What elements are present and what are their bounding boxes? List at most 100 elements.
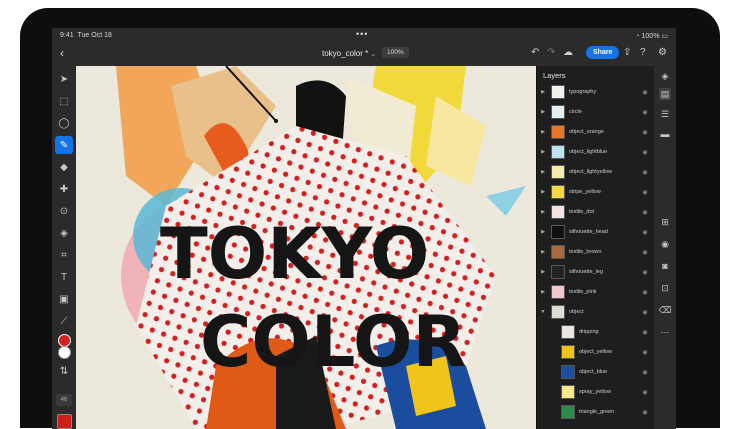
layer-row[interactable]: ▼ object ◉ xyxy=(537,302,655,322)
eye-icon[interactable]: ◉ xyxy=(639,149,651,156)
eye-icon[interactable]: ◉ xyxy=(639,369,651,376)
layer-name: spray_yellow xyxy=(579,389,611,395)
layer-row[interactable]: ▶ object_orange ◉ xyxy=(537,122,655,142)
move-tool-icon[interactable]: ➤ xyxy=(55,70,73,88)
layer-row[interactable]: dripping ◉ xyxy=(537,322,655,342)
layer-row[interactable]: ▶ textile_dot ◉ xyxy=(537,202,655,222)
expand-right-icon[interactable]: ▶ xyxy=(539,269,547,275)
eye-icon[interactable]: ◉ xyxy=(639,89,651,96)
export-icon[interactable]: ⇪ xyxy=(623,47,631,58)
swap-colors-icon[interactable]: ⇅ xyxy=(55,362,73,380)
layer-row[interactable]: ▶ circle ◉ xyxy=(537,102,655,122)
layer-row[interactable]: object_blue ◉ xyxy=(537,362,655,382)
share-button[interactable]: Share xyxy=(586,46,620,59)
layer-name: typography xyxy=(569,89,597,95)
layer-row[interactable]: ▶ typography ◉ xyxy=(537,82,655,102)
expand-right-icon[interactable]: ▶ xyxy=(539,229,547,235)
expand-down-icon[interactable]: ▼ xyxy=(539,309,547,315)
adjustments-icon[interactable]: ☰ xyxy=(659,108,671,120)
healing-tool-icon[interactable]: ✚ xyxy=(55,180,73,198)
document-name[interactable]: tokyo_color * ⌄ xyxy=(322,49,376,58)
expand-right-icon[interactable]: ▶ xyxy=(539,289,547,295)
expand-right-icon[interactable]: ▶ xyxy=(539,149,547,155)
layer-name: object_blue xyxy=(579,369,608,375)
layer-row[interactable]: triangle_green ◉ xyxy=(537,402,655,422)
layer-name: dripping xyxy=(579,329,599,335)
layer-properties-icon[interactable]: ▤ xyxy=(659,88,671,100)
eye-icon[interactable]: ◉ xyxy=(639,209,651,216)
expand-right-icon[interactable]: ▶ xyxy=(539,249,547,255)
clone-tool-icon[interactable]: ⊙ xyxy=(55,202,73,220)
layer-row[interactable]: object_yellow ◉ xyxy=(537,342,655,362)
mask-icon[interactable]: ◙ xyxy=(659,260,671,272)
layer-name: object xyxy=(569,309,584,315)
wifi-icon: ◔ xyxy=(635,33,640,40)
layer-thumbnail xyxy=(551,285,565,299)
eraser-layer-icon[interactable]: ⌫ xyxy=(659,304,672,316)
layer-name: textile_dot xyxy=(569,209,595,215)
layers-icon[interactable]: ◈ xyxy=(659,70,671,82)
layer-row[interactable]: ▶ textile_brown ◉ xyxy=(537,242,655,262)
eye-icon[interactable]: ◉ xyxy=(639,129,651,136)
layer-thumbnail xyxy=(561,345,575,359)
eye-icon[interactable]: ◉ xyxy=(639,169,651,176)
eye-icon[interactable]: ◉ xyxy=(639,249,651,256)
eraser-tool-icon[interactable]: ◆ xyxy=(55,158,73,176)
expand-right-icon[interactable]: ▶ xyxy=(539,129,547,135)
eye-icon[interactable]: ◉ xyxy=(639,409,651,416)
redo-icon[interactable]: ↷ xyxy=(547,47,555,58)
undo-icon[interactable]: ↶ xyxy=(531,47,539,58)
zoom-level[interactable]: 100% xyxy=(382,47,409,58)
eye-icon[interactable]: ◉ xyxy=(639,189,651,196)
layer-name: silhouette_head xyxy=(569,229,608,235)
eye-icon[interactable]: ◉ xyxy=(639,109,651,116)
lasso-tool-icon[interactable]: ◯ xyxy=(55,114,73,132)
crop-tool-icon[interactable]: ⌗ xyxy=(55,246,73,264)
eye-icon[interactable]: ◉ xyxy=(639,269,651,276)
layer-row[interactable]: spray_yellow ◉ xyxy=(537,382,655,402)
brush-size-indicator[interactable]: 46 xyxy=(56,394,72,406)
layer-thumbnail xyxy=(551,125,565,139)
eye-icon[interactable]: ◉ xyxy=(639,309,651,316)
expand-right-icon[interactable]: ▶ xyxy=(539,109,547,115)
brush-color-swatch[interactable] xyxy=(57,414,72,429)
layer-row[interactable]: ▶ silhouette_head ◉ xyxy=(537,222,655,242)
layer-row[interactable]: ▶ object_lightyellow ◉ xyxy=(537,162,655,182)
layer-name: object_lightblue xyxy=(569,149,608,155)
expand-right-icon[interactable]: ▶ xyxy=(539,169,547,175)
add-layer-icon[interactable]: ⊞ xyxy=(659,216,671,228)
back-button[interactable]: ‹ xyxy=(60,46,64,60)
layer-row[interactable]: ▶ stripe_yellow ◉ xyxy=(537,182,655,202)
eye-icon[interactable]: ◉ xyxy=(639,349,651,356)
eyedropper-tool-icon[interactable]: ⟋ xyxy=(55,312,73,330)
document-canvas[interactable]: TOKYO COLOR xyxy=(76,66,536,429)
eye-icon[interactable]: ◉ xyxy=(639,389,651,396)
fill-tool-icon[interactable]: ◈ xyxy=(55,224,73,242)
eye-icon[interactable]: ◉ xyxy=(639,329,651,336)
fx-icon[interactable]: ⊡ xyxy=(659,282,671,294)
text-tool-icon[interactable]: T xyxy=(55,268,73,286)
help-icon[interactable]: ? xyxy=(640,47,646,58)
multitasking-dots[interactable]: ••• xyxy=(356,29,368,39)
layer-thumbnail xyxy=(561,385,575,399)
visibility-icon[interactable]: ◉ xyxy=(659,238,671,250)
expand-right-icon[interactable]: ▶ xyxy=(539,189,547,195)
more-icon[interactable]: ⋯ xyxy=(659,326,671,338)
layer-row[interactable]: ▶ object_lightblue ◉ xyxy=(537,142,655,162)
canvas-title-line2: COLOR xyxy=(200,301,466,383)
brush-tool-icon[interactable]: ✎ xyxy=(55,136,73,154)
settings-gear-icon[interactable]: ⚙ xyxy=(658,47,667,58)
layer-row[interactable]: ▶ silhouette_leg ◉ xyxy=(537,262,655,282)
select-tool-icon[interactable]: ⬚ xyxy=(55,92,73,110)
place-image-tool-icon[interactable]: ▣ xyxy=(55,290,73,308)
comments-icon[interactable]: ▬ xyxy=(659,128,671,140)
layer-row[interactable]: ▶ textile_pink ◉ xyxy=(537,282,655,302)
secondary-color-swatch[interactable] xyxy=(58,346,71,359)
layer-name: textile_pink xyxy=(569,289,597,295)
eye-icon[interactable]: ◉ xyxy=(639,289,651,296)
expand-right-icon[interactable]: ▶ xyxy=(539,209,547,215)
expand-right-icon[interactable]: ▶ xyxy=(539,89,547,95)
cloud-icon[interactable]: ☁ xyxy=(563,47,573,58)
layer-name: object_lightyellow xyxy=(569,169,613,175)
eye-icon[interactable]: ◉ xyxy=(639,229,651,236)
